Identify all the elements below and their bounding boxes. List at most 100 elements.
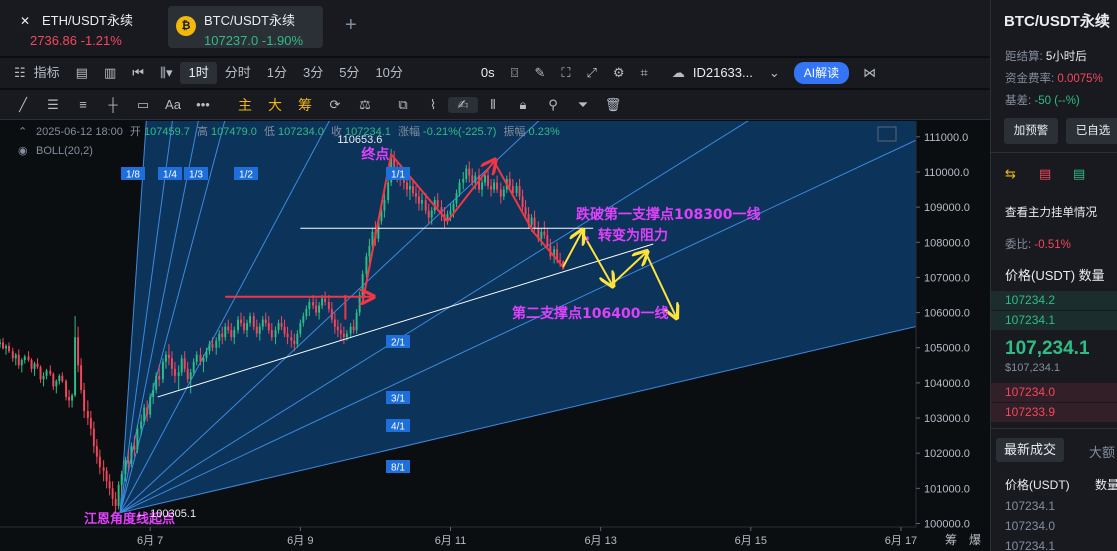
add-tab-icon[interactable]: + bbox=[345, 14, 357, 37]
eye-icon[interactable]: ◉ bbox=[18, 144, 28, 157]
orderbook-asks-icon[interactable]: ▤ bbox=[1039, 166, 1051, 182]
depth-link[interactable]: 查看主力挂单情况 bbox=[1005, 204, 1097, 220]
collapse-icon[interactable]: ⌃ bbox=[18, 125, 27, 138]
main-chart-toggle[interactable]: 主 bbox=[230, 95, 260, 115]
bid-row[interactable]: 107234.0 bbox=[991, 383, 1117, 402]
candle-icon[interactable]: ⫴ bbox=[478, 97, 508, 113]
tab-btc-price: 107237.0 bbox=[204, 33, 259, 48]
candle-body bbox=[327, 302, 330, 310]
candle-body bbox=[98, 456, 101, 468]
x-corner-label[interactable]: 爆 bbox=[969, 533, 981, 547]
more-tools-icon[interactable]: ••• bbox=[188, 97, 218, 112]
candle-body bbox=[324, 298, 327, 303]
measure-icon[interactable]: ⚖ bbox=[350, 97, 380, 113]
rect-tool-icon[interactable]: ▭ bbox=[128, 97, 158, 113]
candle-body bbox=[502, 189, 505, 197]
candle-body bbox=[318, 305, 321, 313]
info-close-label: 收 bbox=[331, 124, 342, 138]
x-tick-label: 6月 13 bbox=[584, 535, 616, 547]
interval-3m[interactable]: 3分 bbox=[295, 62, 331, 84]
candle-body bbox=[449, 210, 452, 215]
close-icon[interactable]: ✕ bbox=[20, 14, 30, 28]
magnet-icon[interactable]: ⚲ bbox=[538, 97, 568, 113]
lock-icon[interactable]: 🔒︎ bbox=[508, 97, 538, 113]
trash-icon[interactable]: 🗑︎ bbox=[598, 97, 628, 113]
account-id[interactable]: ID21633... bbox=[693, 62, 761, 84]
bid-row[interactable]: 107233.9 bbox=[991, 403, 1117, 422]
add-alert-button[interactable]: 加预警 bbox=[1004, 118, 1058, 144]
candle-body bbox=[177, 372, 180, 376]
ask-row[interactable]: 107234.1 bbox=[991, 311, 1117, 330]
chart-style-icon[interactable]: ⫼▾ bbox=[152, 62, 181, 84]
cloud-icon[interactable]: ☁ bbox=[664, 62, 693, 84]
fullscreen-icon[interactable]: ⛶ bbox=[553, 62, 578, 84]
ask-row[interactable]: 107234.2 bbox=[991, 291, 1117, 310]
candle-body bbox=[208, 344, 211, 352]
hlines-tool-icon[interactable]: ☰ bbox=[38, 97, 68, 113]
basis-value: -50 (--%) bbox=[1034, 95, 1080, 107]
interval-timeshare[interactable]: 分时 bbox=[217, 62, 259, 84]
tab-btc[interactable]: ₿ BTC/USDT永续 107237.0 -1.90% bbox=[168, 6, 323, 48]
info-amp-label: 振幅 bbox=[503, 124, 525, 138]
x-corner-label[interactable]: 筹 bbox=[945, 533, 957, 547]
tab-large-trades[interactable]: 大额 bbox=[1089, 442, 1115, 461]
tab-bar: ✕ ETH/USDT永续 2736.86 -1.21% ₿ BTC/USDT永续… bbox=[0, 0, 990, 56]
candle-body bbox=[158, 375, 161, 380]
interval-5m[interactable]: 5分 bbox=[331, 62, 367, 84]
orderbook-bids-icon[interactable]: ▤ bbox=[1073, 166, 1085, 182]
interval-1m[interactable]: 1分 bbox=[259, 62, 295, 84]
zero-s-button[interactable]: 0s bbox=[473, 62, 503, 84]
line-tool-icon[interactable]: ╱ bbox=[8, 97, 38, 113]
rewind-icon[interactable]: ⏮ bbox=[124, 62, 152, 84]
candle-body bbox=[55, 381, 58, 387]
share-icon[interactable]: ⋈ bbox=[855, 62, 884, 84]
chips-toggle[interactable]: 筹 bbox=[290, 95, 320, 115]
chevron-down-icon[interactable]: ⌄ bbox=[761, 62, 788, 84]
y-tick-label: 104000.0 bbox=[924, 378, 970, 390]
candle-type-icon[interactable]: ▥ bbox=[96, 62, 124, 84]
candle-body bbox=[167, 354, 170, 359]
camera-icon[interactable]: ⌼ bbox=[503, 62, 527, 84]
price-chart[interactable]: 1/8 1/4 1/3 1/2 1/1 2/1 3/1 4/1 8/1 111000.0 1100… bbox=[0, 121, 990, 551]
candle-body bbox=[243, 323, 245, 331]
candle-body bbox=[45, 370, 48, 376]
candle-body bbox=[277, 323, 280, 331]
candle-body bbox=[336, 326, 339, 331]
interval-1h[interactable]: 1时 bbox=[180, 62, 217, 84]
funding-value: 0.0075% bbox=[1057, 73, 1103, 85]
indicator-button[interactable]: 指标 bbox=[34, 62, 68, 84]
draw-mode-icon[interactable]: ✍ bbox=[448, 96, 478, 113]
trade-row: 107234.1 bbox=[1005, 539, 1056, 551]
layout-icon[interactable]: ▤ bbox=[68, 62, 96, 84]
ai-analysis-button[interactable]: AI解读 bbox=[793, 62, 850, 84]
ruler-icon[interactable]: ⌇ bbox=[418, 97, 448, 113]
tab-latest-trades[interactable]: 最新成交 bbox=[996, 438, 1064, 462]
filter-icon[interactable]: ⏷ bbox=[568, 97, 598, 113]
hline-tool-icon[interactable]: ┼ bbox=[98, 97, 128, 112]
candle-body bbox=[230, 330, 233, 338]
settings-icon[interactable]: ⚙ bbox=[605, 62, 633, 84]
big-toggle[interactable]: 大 bbox=[260, 95, 290, 115]
candle-body bbox=[408, 186, 411, 190]
candle-body bbox=[255, 326, 258, 334]
channel-tool-icon[interactable]: ≡ bbox=[68, 97, 98, 112]
gann-ratio-label: 2/1 bbox=[391, 338, 405, 349]
layers-icon[interactable]: ⧉ bbox=[388, 97, 418, 113]
orderbook-both-icon[interactable]: ⇆ bbox=[1005, 166, 1016, 182]
tab-eth[interactable]: ✕ ETH/USDT永续 2736.86 -1.21% bbox=[10, 6, 160, 48]
drawing-toolbar: ╱ ☰ ≡ ┼ ▭ Aa ••• 主 大 筹 ⟳ ⚖ ⧉ ⌇ ✍ ⫴ 🔒︎ ⚲ … bbox=[0, 90, 990, 120]
cycle-icon[interactable]: ⟳ bbox=[320, 97, 350, 113]
favorited-button[interactable]: 已自选 bbox=[1066, 118, 1117, 144]
candle-body bbox=[8, 345, 10, 352]
candle-body bbox=[155, 375, 158, 390]
info-date: 2025-06-12 18:00 bbox=[36, 126, 123, 138]
candle-body bbox=[333, 319, 336, 327]
edit-icon[interactable]: ✎ bbox=[526, 62, 553, 84]
text-tool[interactable]: Aa bbox=[158, 97, 188, 112]
indicator-icon[interactable]: ☷ bbox=[0, 62, 34, 84]
candle-body bbox=[546, 235, 549, 246]
crop-icon[interactable]: ⌗ bbox=[633, 62, 656, 84]
expand-icon[interactable]: ⤢ bbox=[578, 62, 604, 84]
y-tick-label: 108000.0 bbox=[924, 237, 970, 249]
interval-10m[interactable]: 10分 bbox=[367, 62, 410, 84]
